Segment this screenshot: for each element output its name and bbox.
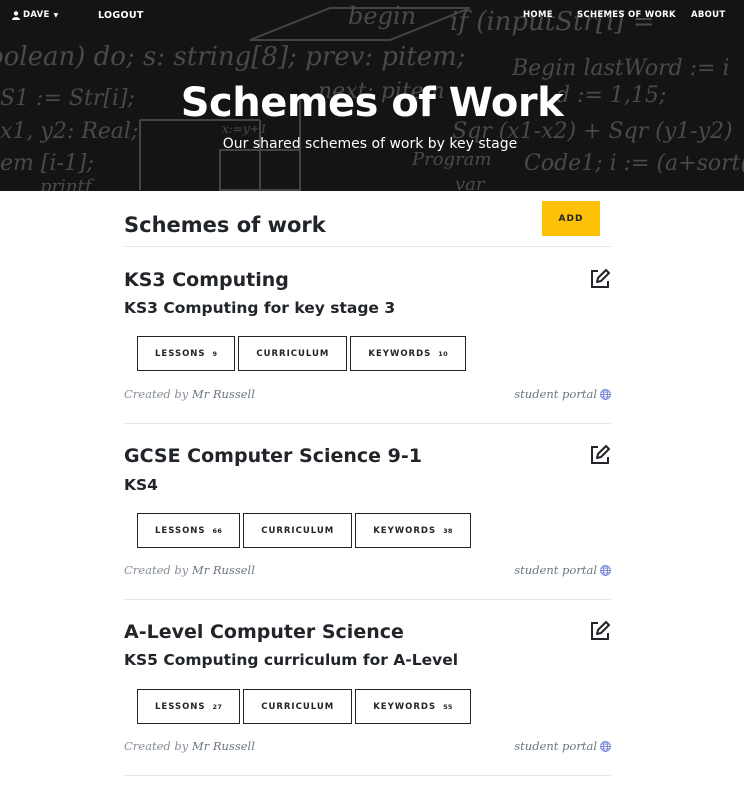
lessons-count: 27 xyxy=(212,702,223,711)
lessons-label: LESSONS xyxy=(155,348,206,359)
keywords-button[interactable]: KEYWORDS 38 xyxy=(355,513,471,548)
scheme-actions: LESSONS 66 CURRICULUM KEYWORDS 38 xyxy=(137,513,471,548)
lessons-button[interactable]: LESSONS 9 xyxy=(137,336,236,371)
chalk-text-12: Program xyxy=(411,149,491,170)
edit-icon[interactable] xyxy=(589,444,611,466)
student-portal-link[interactable]: student portal xyxy=(514,563,611,577)
student-portal-link[interactable]: student portal xyxy=(514,387,611,401)
scheme-card: GCSE Computer Science 9-1 KS4 LESSONS 66… xyxy=(124,424,611,600)
globe-icon xyxy=(600,740,611,752)
scheme-name[interactable]: A-Level Computer Science xyxy=(124,621,404,643)
curriculum-label: CURRICULUM xyxy=(261,701,335,712)
keywords-button[interactable]: KEYWORDS 10 xyxy=(350,336,466,371)
created-by: Created by Mr Russell xyxy=(124,387,255,401)
keywords-button[interactable]: KEYWORDS 55 xyxy=(355,689,471,724)
scheme-name[interactable]: KS3 Computing xyxy=(124,269,289,291)
keywords-label: KEYWORDS xyxy=(373,525,437,536)
scheme-card: KS3 Computing KS3 Computing for key stag… xyxy=(124,247,611,424)
scheme-actions: LESSONS 9 CURRICULUM KEYWORDS 10 xyxy=(137,336,466,371)
lessons-label: LESSONS xyxy=(155,701,206,712)
author-name: Mr Russell xyxy=(191,739,255,753)
scheme-name[interactable]: GCSE Computer Science 9-1 xyxy=(124,445,422,467)
curriculum-button[interactable]: CURRICULUM xyxy=(243,689,353,724)
chalk-text-14: var xyxy=(455,174,486,191)
chalk-text-4: Begin lastWord := i xyxy=(511,56,730,81)
student-portal-label: student portal xyxy=(514,739,597,753)
created-by-label: Created by xyxy=(124,739,189,753)
section-header: Schemes of work ADD xyxy=(124,191,611,247)
created-by-label: Created by xyxy=(124,387,189,401)
keywords-count: 10 xyxy=(438,349,448,358)
scheme-description: KS5 Computing curriculum for A-Level xyxy=(124,651,459,669)
scheme-description: KS4 xyxy=(124,476,158,494)
top-nav: DAVE ▼ LOGOUT HOME SCHEMES OF WORK ABOUT xyxy=(0,0,744,34)
user-name: DAVE xyxy=(23,10,50,20)
globe-icon xyxy=(600,564,611,576)
logout-link[interactable]: LOGOUT xyxy=(98,10,144,21)
keywords-count: 55 xyxy=(443,702,453,711)
edit-icon[interactable] xyxy=(589,268,611,290)
main-content: Schemes of work ADD KS3 Computing KS3 Co… xyxy=(124,191,611,776)
author-name: Mr Russell xyxy=(191,387,255,401)
scheme-card: A-Level Computer Science KS5 Computing c… xyxy=(124,600,611,776)
caret-down-icon: ▼ xyxy=(53,11,59,19)
keywords-label: KEYWORDS xyxy=(373,701,437,712)
lessons-button[interactable]: LESSONS 27 xyxy=(137,689,241,724)
lessons-count: 9 xyxy=(212,349,218,358)
lessons-button[interactable]: LESSONS 66 xyxy=(137,513,241,548)
lessons-label: LESSONS xyxy=(155,525,206,536)
add-button[interactable]: ADD xyxy=(542,201,600,236)
chalk-text-3: oolean) do; s: string[8]; prev: pitem; xyxy=(0,42,466,72)
chalk-text-15: printf xyxy=(40,176,95,191)
created-by: Created by Mr Russell xyxy=(124,739,255,753)
scheme-actions: LESSONS 27 CURRICULUM KEYWORDS 55 xyxy=(137,689,471,724)
curriculum-label: CURRICULUM xyxy=(256,348,330,359)
chalk-text-13: Code1; i := (a+sort(a xyxy=(524,151,744,176)
created-by: Created by Mr Russell xyxy=(124,563,255,577)
curriculum-button[interactable]: CURRICULUM xyxy=(243,513,353,548)
nav-about-link[interactable]: ABOUT xyxy=(691,10,725,20)
student-portal-label: student portal xyxy=(514,387,597,401)
student-portal-link[interactable]: student portal xyxy=(514,739,611,753)
lessons-count: 66 xyxy=(212,526,223,535)
keywords-count: 38 xyxy=(443,526,453,535)
section-title: Schemes of work xyxy=(124,213,326,237)
scheme-description: KS3 Computing for key stage 3 xyxy=(124,299,396,317)
curriculum-button[interactable]: CURRICULUM xyxy=(238,336,348,371)
page-subheading: Our shared schemes of work by key stage xyxy=(222,136,518,152)
curriculum-label: CURRICULUM xyxy=(261,525,335,536)
globe-icon xyxy=(600,388,611,400)
author-name: Mr Russell xyxy=(191,563,255,577)
edit-icon[interactable] xyxy=(589,620,611,642)
user-menu[interactable]: DAVE ▼ xyxy=(12,10,59,20)
chalk-text-11: em [i-1]; xyxy=(0,151,94,176)
nav-schemes-link[interactable]: SCHEMES OF WORK xyxy=(577,10,676,20)
keywords-label: KEYWORDS xyxy=(368,348,432,359)
student-portal-label: student portal xyxy=(514,563,597,577)
masthead: begin if (inputStr[i] = oolean) do; s: s… xyxy=(0,0,744,191)
created-by-label: Created by xyxy=(124,563,189,577)
nav-home-link[interactable]: HOME xyxy=(523,10,553,20)
user-icon xyxy=(12,10,20,20)
page-heading: Schemes of Work xyxy=(180,80,564,126)
